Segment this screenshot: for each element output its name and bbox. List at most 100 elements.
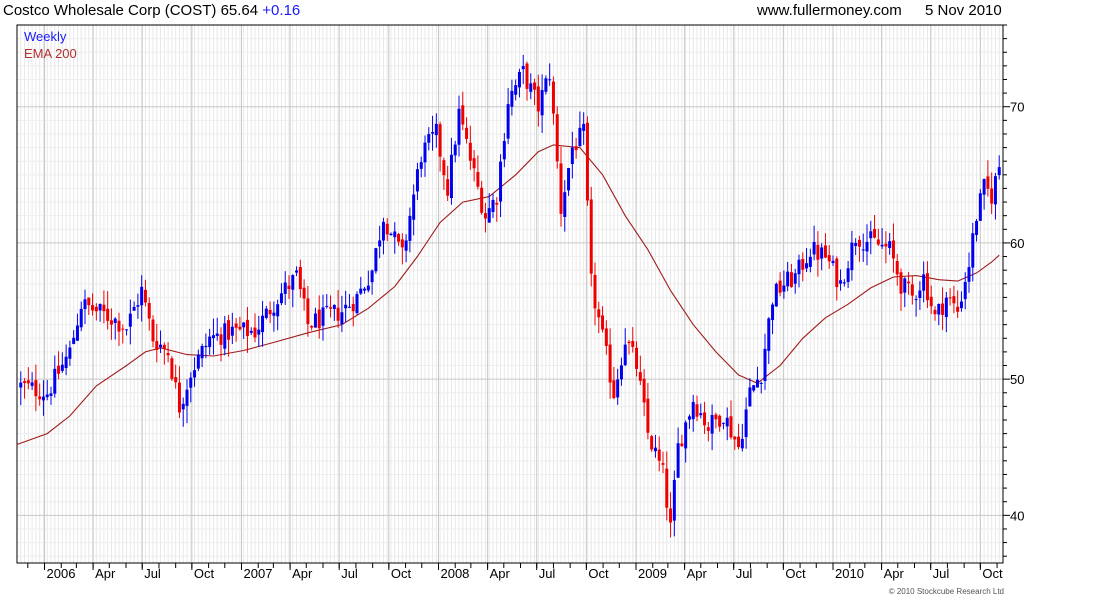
weekly-bar-body (967, 267, 971, 282)
weekly-bar-body (567, 168, 571, 191)
weekly-bar-body (355, 294, 359, 314)
weekly-bar-body (948, 297, 952, 299)
weekly-bar-body (30, 382, 34, 386)
weekly-bar-body (831, 260, 835, 264)
x-tick-label: Oct (588, 566, 609, 581)
weekly-bar-body (234, 323, 238, 328)
weekly-bar-body (975, 220, 979, 235)
weekly-bar-body (801, 259, 805, 270)
weekly-bar-body (835, 258, 839, 288)
weekly-bar-body (990, 188, 994, 204)
copyright-notice: © 2010 Stockcube Research Ltd (888, 587, 1004, 596)
weekly-bar-body (340, 312, 344, 325)
weekly-bar-body (907, 281, 911, 284)
x-tick-label: 2006 (47, 566, 76, 581)
weekly-bar-body (895, 261, 899, 275)
weekly-bar-body (767, 318, 771, 351)
weekly-bar-body (593, 274, 597, 309)
weekly-bar-body (272, 312, 276, 316)
weekly-bar-body (699, 413, 703, 416)
weekly-bar-body (971, 233, 975, 268)
weekly-bar-body (959, 301, 963, 309)
y-tick-label: 50 (1010, 372, 1024, 387)
weekly-bar-body (601, 315, 605, 330)
weekly-bar-body (442, 160, 446, 176)
x-tick-label: Apr (292, 566, 313, 581)
weekly-bar-body (865, 241, 869, 252)
weekly-bar-body (427, 134, 431, 143)
weekly-bar-body (521, 66, 525, 70)
weekly-bar-body (691, 401, 695, 420)
weekly-bar-body (415, 169, 419, 192)
weekly-bar-body (752, 385, 756, 391)
weekly-bar-body (83, 299, 87, 310)
plot-frame (16, 24, 1004, 564)
weekly-bar-body (578, 127, 582, 147)
x-tick-label: Oct (982, 566, 1003, 581)
weekly-bar-body (672, 479, 676, 521)
weekly-bar-body (72, 337, 76, 344)
weekly-bar-body (737, 436, 741, 448)
weekly-bar-body (487, 208, 491, 223)
weekly-bar-body (34, 380, 38, 397)
weekly-bar-body (253, 327, 257, 338)
weekly-bar-body (302, 287, 306, 299)
x-tick-label: Apr (490, 566, 511, 581)
weekly-bar-body (873, 228, 877, 238)
weekly-bar-body (763, 348, 767, 382)
weekly-bar-body (684, 422, 688, 449)
weekly-bar-body (257, 329, 261, 335)
weekly-bar-body (805, 263, 809, 269)
weekly-bar-body (223, 323, 227, 349)
weekly-bar-body (204, 345, 208, 348)
weekly-bar-body (589, 199, 593, 274)
weekly-bar-body (721, 422, 725, 424)
weekly-bar-body (276, 304, 280, 317)
weekly-bar-body (536, 86, 540, 112)
weekly-bar-body (155, 341, 159, 350)
weekly-bar-body (627, 341, 631, 344)
weekly-bar-body (147, 302, 151, 319)
x-tick-label: Oct (785, 566, 806, 581)
weekly-bar-body (997, 167, 1001, 176)
weekly-bar-body (434, 123, 438, 136)
weekly-bar-body (245, 319, 249, 337)
weekly-bar-body (884, 243, 888, 247)
weekly-bar-body (91, 305, 95, 311)
weekly-bar-body (782, 285, 786, 292)
x-tick-label: Jul (539, 566, 556, 581)
weekly-bar-body (321, 307, 325, 326)
weekly-bar-body (820, 247, 824, 259)
weekly-bar-body (937, 303, 941, 315)
weekly-bar-body (106, 308, 110, 321)
x-tick-label: Apr (687, 566, 708, 581)
weekly-bar-body (661, 463, 665, 465)
weekly-bar-body (385, 223, 389, 235)
weekly-bar-body (771, 304, 775, 321)
weekly-bar-body (264, 308, 268, 318)
weekly-bar-body (619, 365, 623, 380)
weekly-bar-body (109, 320, 113, 325)
weekly-bar-body (687, 416, 691, 420)
weekly-bar-body (729, 416, 733, 438)
weekly-bar-body (483, 213, 487, 219)
weekly-bar-body (419, 162, 423, 169)
weekly-bar-body (850, 242, 854, 271)
weekly-bar-body (283, 282, 287, 294)
weekly-bar-body (408, 215, 412, 241)
weekly-bar-body (676, 443, 680, 478)
weekly-bar-body (480, 187, 484, 213)
weekly-bar-body (755, 379, 759, 388)
weekly-bar-body (412, 194, 416, 220)
x-tick-label: Apr (884, 566, 905, 581)
weekly-bar-body (888, 241, 892, 249)
weekly-bar-body (177, 382, 181, 413)
weekly-bar-body (363, 288, 367, 291)
weekly-bar-body (612, 380, 616, 399)
x-tick-label: Apr (95, 566, 116, 581)
weekly-bar-body (136, 305, 140, 307)
x-tick-label: Jul (144, 566, 161, 581)
weekly-bar-body (446, 179, 450, 196)
weekly-bar-body (529, 83, 533, 92)
weekly-bar-body (389, 233, 393, 235)
